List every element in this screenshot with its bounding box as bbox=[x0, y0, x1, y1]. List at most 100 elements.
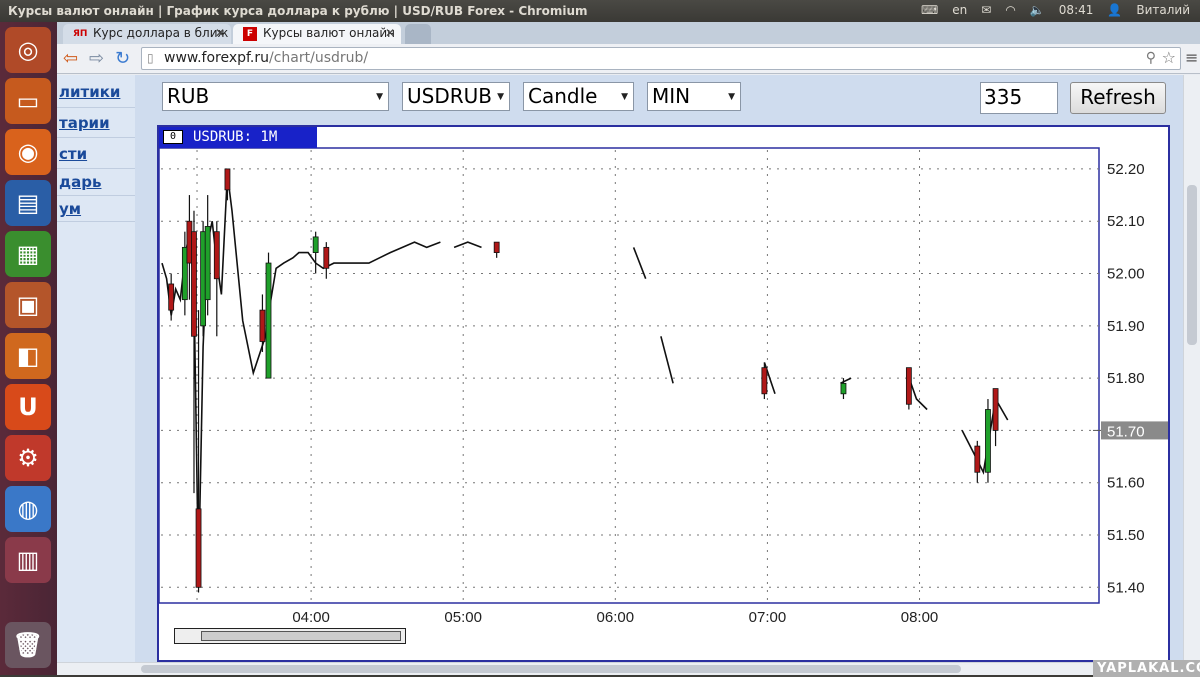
candle-body bbox=[985, 409, 991, 473]
nav-link-analytics[interactable]: литики bbox=[59, 83, 120, 101]
workspace-switcher-icon[interactable]: ▥ bbox=[5, 537, 51, 583]
y-tick-label: 51.50 bbox=[1107, 527, 1145, 544]
candle-body bbox=[213, 231, 220, 280]
chart-header-label: USDRUB: 1M bbox=[193, 129, 278, 145]
price-chart[interactable]: 52.20 52.10 52.00 51.90 51.80 51.70 51.60 51.50… bbox=[157, 125, 1170, 662]
files-icon[interactable]: ▭ bbox=[5, 78, 51, 124]
tab-yaplakal[interactable]: ЯП Курс доллара в ближ ✕ bbox=[63, 24, 231, 44]
software-center-icon[interactable]: ◧ bbox=[5, 333, 51, 379]
candle-body bbox=[191, 231, 197, 337]
page-content: литики тарии сти дарь ум RUB ▼ USDRUB ▼ Ca… bbox=[57, 75, 1183, 662]
x-tick-label: 06:00 bbox=[597, 609, 635, 626]
vertical-scrollbar[interactable] bbox=[1183, 75, 1200, 675]
volume-icon[interactable]: 🔈 bbox=[1030, 3, 1045, 17]
user-icon[interactable]: 👤 bbox=[1107, 3, 1122, 17]
mail-icon[interactable]: ✉ bbox=[981, 3, 991, 17]
keyboard-icon[interactable]: ⌨ bbox=[921, 3, 938, 17]
settings-icon[interactable]: ⚙ bbox=[5, 435, 51, 481]
chromium-window: ЯП Курс доллара в ближ ✕ F Курсы валют о… bbox=[57, 22, 1200, 677]
y-tick-label: 51.80 bbox=[1107, 370, 1145, 387]
reload-icon[interactable]: ↻ bbox=[115, 48, 130, 69]
nav-link-news[interactable]: сти bbox=[59, 145, 87, 163]
menu-icon[interactable]: ≡ bbox=[1185, 48, 1198, 67]
watermark: YAPLAKAL.COM bbox=[1093, 660, 1200, 677]
back-arrow-icon[interactable]: ⇦ bbox=[63, 48, 78, 69]
dropdown-arrow-icon: ▼ bbox=[621, 92, 628, 102]
chart-header-box: 0 bbox=[163, 130, 183, 144]
nav-divider bbox=[57, 107, 135, 108]
dropdown-arrow-icon: ▼ bbox=[728, 92, 735, 102]
tab-label: Курс доллара в ближ bbox=[93, 26, 229, 40]
nav-divider bbox=[57, 168, 135, 169]
price-line bbox=[632, 247, 647, 279]
bar-count-input[interactable]: 335 bbox=[980, 82, 1058, 114]
close-tab-icon[interactable]: ✕ bbox=[385, 26, 395, 40]
candle-body bbox=[224, 168, 231, 191]
candle-body bbox=[265, 262, 272, 379]
chromium-icon[interactable]: ◍ bbox=[5, 486, 51, 532]
user-name[interactable]: Виталий bbox=[1136, 3, 1190, 17]
x-tick-label: 05:00 bbox=[444, 609, 482, 626]
keyboard-layout[interactable]: en bbox=[952, 3, 967, 17]
wifi-icon[interactable]: ◠ bbox=[1005, 3, 1015, 17]
calc-icon[interactable]: ▦ bbox=[5, 231, 51, 277]
dropdown-arrow-icon: ▼ bbox=[497, 92, 504, 102]
yaplakal-favicon-icon: ЯП bbox=[73, 29, 88, 39]
writer-icon[interactable]: ▤ bbox=[5, 180, 51, 226]
trash-icon[interactable]: 🗑 bbox=[5, 622, 51, 668]
y-tick-label: 52.00 bbox=[1107, 266, 1145, 283]
bookmark-star-icon[interactable]: ☆ bbox=[1162, 48, 1176, 67]
horizontal-scrollbar[interactable] bbox=[57, 662, 1183, 675]
candle-body bbox=[761, 367, 768, 395]
y-tick-label: 51.90 bbox=[1107, 318, 1145, 335]
price-line bbox=[453, 241, 482, 249]
refresh-button[interactable]: Refresh bbox=[1070, 82, 1166, 114]
candle-body bbox=[905, 367, 912, 405]
tab-strip: ЯП Курс доллара в ближ ✕ F Курсы валют о… bbox=[57, 22, 1200, 44]
window-title: Курсы валют онлайн | График курса доллар… bbox=[8, 4, 588, 18]
forward-arrow-icon[interactable]: ⇨ bbox=[89, 48, 104, 69]
address-bar[interactable]: ▯ www.forexpf.ru/chart/usdrub/ ⚲ ☆ bbox=[141, 47, 1181, 70]
pair-select[interactable]: USDRUB ▼ bbox=[402, 82, 510, 111]
chart-panel: RUB ▼ USDRUB ▼ Candle ▼ MIN ▼ 335 Refresh 52… bbox=[135, 75, 1183, 662]
url-host: www.forexpf.ru bbox=[164, 50, 269, 66]
horizontal-scroll-thumb[interactable] bbox=[141, 665, 961, 673]
unity-launcher: ◎ ▭ ◉ ▤ ▦ ▣ ◧ U ⚙ ◍ ▥ 🗑 bbox=[0, 22, 57, 675]
tab-label: Курсы валют онлайн bbox=[263, 26, 395, 40]
nav-link-forum[interactable]: ум bbox=[59, 200, 81, 218]
chart-type-value: Candle bbox=[528, 84, 598, 108]
dropdown-arrow-icon: ▼ bbox=[376, 92, 383, 102]
chart-scroller[interactable] bbox=[174, 628, 406, 644]
chart-scroller-thumb[interactable] bbox=[201, 631, 401, 641]
vertical-scroll-thumb[interactable] bbox=[1187, 185, 1197, 345]
close-tab-icon[interactable]: ✕ bbox=[215, 26, 225, 40]
clock[interactable]: 08:41 bbox=[1059, 3, 1094, 17]
pair-value: USDRUB bbox=[407, 84, 492, 108]
candle-body bbox=[312, 236, 319, 253]
price-line bbox=[961, 396, 1009, 475]
new-tab-button[interactable] bbox=[405, 24, 431, 44]
ubuntu-dash-icon[interactable]: ◎ bbox=[5, 27, 51, 73]
tab-forexpf[interactable]: F Курсы валют онлайн ✕ bbox=[233, 24, 401, 44]
system-tray: ⌨ en ✉ ◠ 🔈 08:41 👤 Виталий bbox=[921, 3, 1190, 17]
chart-type-select[interactable]: Candle ▼ bbox=[523, 82, 634, 111]
nav-link-calendar[interactable]: дарь bbox=[59, 173, 101, 191]
currency-select[interactable]: RUB ▼ bbox=[162, 82, 389, 111]
nav-divider bbox=[57, 195, 135, 196]
search-icon[interactable]: ⚲ bbox=[1146, 50, 1156, 66]
x-tick-label: 07:00 bbox=[749, 609, 787, 626]
ubuntu-one-icon[interactable]: U bbox=[5, 384, 51, 430]
period-select[interactable]: MIN ▼ bbox=[647, 82, 741, 111]
y-tick-label: 52.10 bbox=[1107, 213, 1145, 230]
price-line bbox=[660, 336, 674, 384]
candle-body bbox=[204, 226, 211, 301]
candle-body bbox=[259, 309, 266, 342]
nav-link-comments[interactable]: тарии bbox=[59, 114, 110, 132]
period-value: MIN bbox=[652, 84, 691, 108]
firefox-icon[interactable]: ◉ bbox=[5, 129, 51, 175]
candle-body bbox=[992, 388, 999, 431]
system-top-panel: Курсы валют онлайн | График курса доллар… bbox=[0, 0, 1200, 22]
y-tick-label: 52.20 bbox=[1107, 161, 1145, 178]
currency-value: RUB bbox=[167, 84, 210, 108]
impress-icon[interactable]: ▣ bbox=[5, 282, 51, 328]
